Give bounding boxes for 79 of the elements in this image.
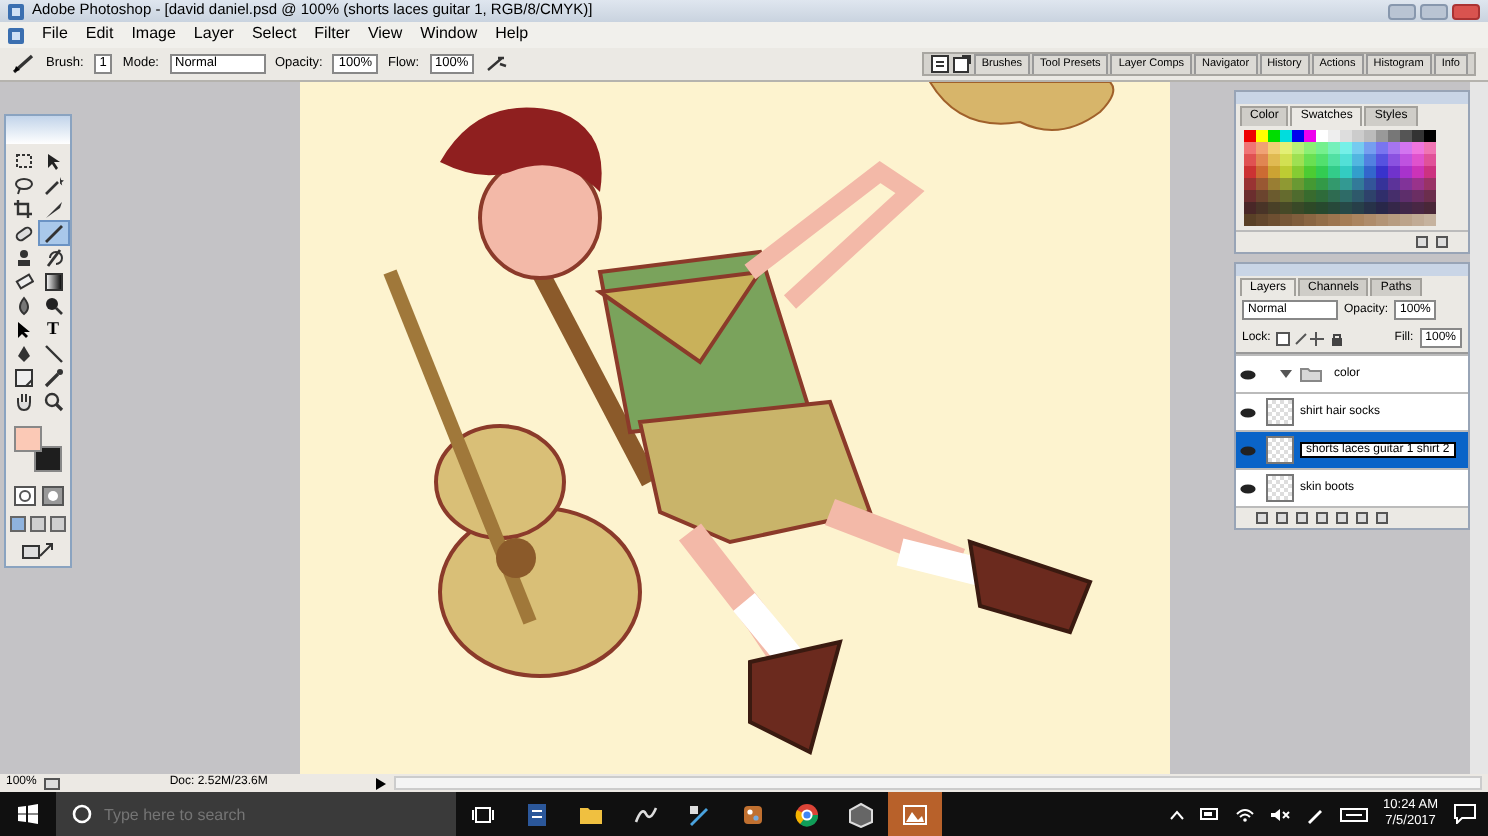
- chevron-up-icon[interactable]: [1169, 809, 1184, 819]
- move-icon: [43, 151, 63, 171]
- layer-thumbnail: [1266, 436, 1294, 465]
- menu-item[interactable]: Layer: [193, 26, 234, 44]
- palette-icon[interactable]: [929, 54, 950, 74]
- folder-icon: [1300, 366, 1322, 383]
- paint-palette-icon: [740, 801, 766, 827]
- lasso-icon: [13, 175, 33, 195]
- bandage-icon: [13, 223, 33, 243]
- brush-icon[interactable]: [12, 54, 36, 74]
- menu-item[interactable]: Image: [131, 26, 176, 44]
- layer-thumbnail: [1266, 398, 1294, 427]
- windows-icon: [18, 804, 38, 824]
- vertical-scrollbar[interactable]: [1470, 82, 1488, 774]
- line-icon: [43, 343, 63, 363]
- gradient-icon: [43, 271, 63, 291]
- eye-icon[interactable]: [1240, 407, 1256, 418]
- brush-icon: [43, 223, 63, 243]
- menu-item[interactable]: Window: [420, 26, 478, 44]
- eye-icon[interactable]: [1240, 369, 1256, 380]
- muted-speaker-icon[interactable]: [1269, 807, 1290, 821]
- zoom-icon: [43, 391, 63, 411]
- eye-icon[interactable]: [1240, 483, 1256, 494]
- crop-icon: [13, 199, 33, 219]
- tool-button[interactable]: [39, 390, 67, 412]
- note-icon: [13, 367, 33, 387]
- foreground-color-swatch[interactable]: [14, 426, 42, 452]
- toolbox-header: [6, 116, 70, 144]
- status-icon: [44, 777, 61, 789]
- menu-arrow-icon[interactable]: [376, 777, 387, 789]
- tool-button[interactable]: [9, 366, 37, 388]
- browser-icon: [794, 801, 820, 827]
- tool-button[interactable]: [39, 270, 67, 292]
- photo-icon: [902, 801, 928, 827]
- quick-mask-icon[interactable]: [41, 486, 63, 506]
- pen-icon: [686, 801, 712, 827]
- menu-item[interactable]: Select: [251, 26, 297, 44]
- task-view-icon: [472, 805, 494, 823]
- search-icon: [72, 804, 92, 824]
- menu-item[interactable]: Edit: [85, 26, 114, 44]
- tool-button[interactable]: [39, 366, 67, 388]
- battery-icon[interactable]: [1199, 808, 1220, 820]
- eraser-icon: [13, 271, 33, 291]
- menu-item[interactable]: Help: [495, 26, 529, 44]
- eyedropper-icon: [43, 367, 63, 387]
- tool-button[interactable]: [9, 198, 37, 220]
- wifi-icon[interactable]: [1235, 807, 1254, 821]
- drop-icon: [13, 295, 33, 315]
- layer-thumbnail: [1266, 474, 1294, 503]
- pen-icon[interactable]: [1305, 805, 1324, 823]
- menu-item[interactable]: File: [42, 26, 68, 44]
- jump-to-icon[interactable]: [22, 542, 54, 560]
- airbrush-icon[interactable]: [484, 54, 509, 74]
- cube-icon: [848, 801, 874, 827]
- window-icon[interactable]: [951, 54, 972, 74]
- search-field[interactable]: Type here to search: [56, 792, 456, 836]
- tool-button[interactable]: [9, 174, 37, 196]
- wand-icon: [43, 175, 63, 195]
- expanded-arrow-icon[interactable]: [1280, 368, 1292, 381]
- tool-button[interactable]: T: [39, 318, 67, 340]
- stamp-icon: [13, 247, 33, 267]
- dodge-icon: [43, 295, 63, 315]
- marquee-icon: [13, 151, 33, 171]
- menu-item[interactable]: View: [367, 26, 403, 44]
- background-color-swatch[interactable]: [34, 446, 62, 472]
- standard-mode-icon[interactable]: [13, 486, 35, 506]
- lock-options-icon[interactable]: [1276, 331, 1345, 346]
- pen-icon: [13, 343, 33, 363]
- horizontal-scrollbar[interactable]: [394, 776, 1482, 790]
- menu-item[interactable]: Filter: [314, 26, 350, 44]
- document-icon: [524, 801, 550, 827]
- tool-button[interactable]: [39, 342, 67, 364]
- close-button[interactable]: [1452, 3, 1480, 19]
- brush-icon: [43, 247, 63, 267]
- tool-button[interactable]: [39, 222, 67, 244]
- hand-icon: [13, 391, 33, 411]
- notification-icon[interactable]: [1454, 804, 1476, 824]
- keyboard-icon[interactable]: [1339, 807, 1368, 821]
- pointer-icon: [13, 319, 33, 339]
